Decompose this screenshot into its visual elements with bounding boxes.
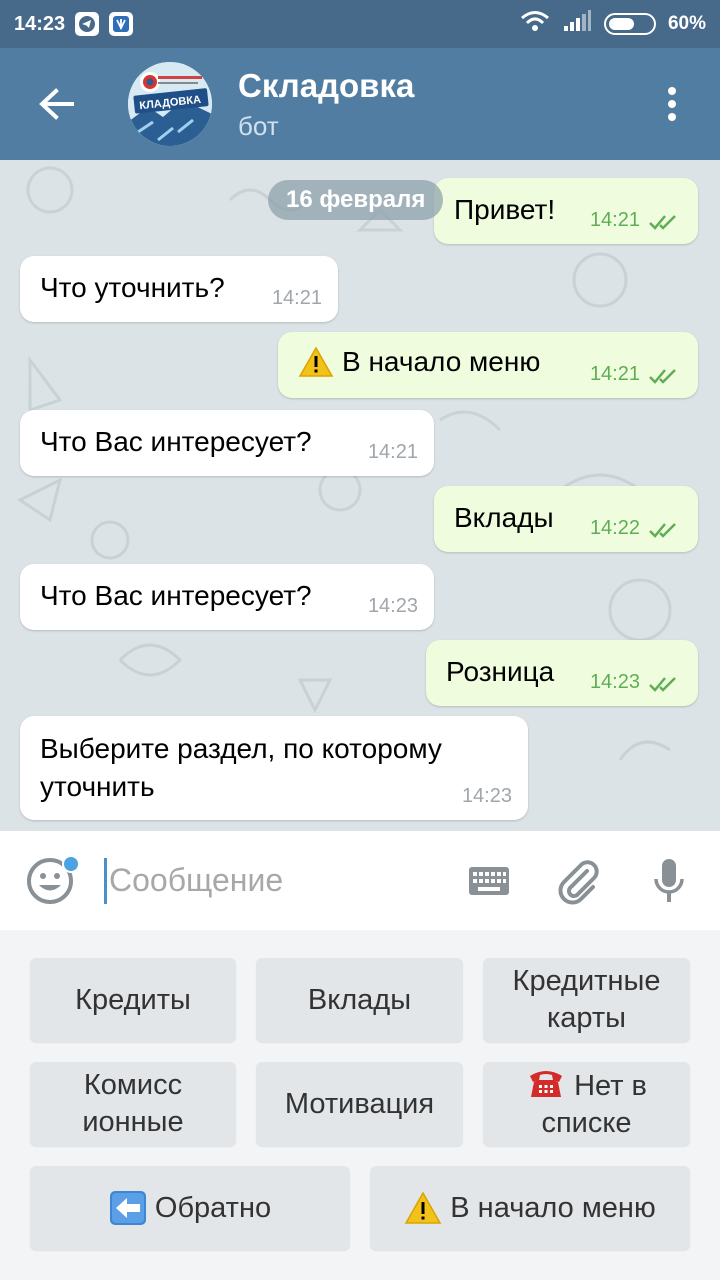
keyboard-button-commission[interactable]: Комисс ионные — [30, 1062, 236, 1146]
wifi-icon — [520, 10, 550, 38]
status-bar: 14:23 60% — [0, 0, 720, 48]
warning-icon — [298, 346, 334, 377]
message-input[interactable] — [107, 850, 437, 911]
date-separator: 16 февраля — [268, 180, 444, 220]
notification-dot — [62, 854, 80, 873]
message-text: Что Вас интересует? — [40, 426, 312, 457]
signal-icon — [562, 10, 592, 38]
message-time: 14:21 — [367, 441, 418, 463]
more-vertical-icon — [668, 87, 676, 121]
message-bubble-outgoing[interactable]: В начало меню 14:21 — [278, 332, 698, 398]
double-check-icon — [649, 369, 676, 384]
keyboard-button-label: Кредиты — [75, 983, 191, 1016]
double-check-icon — [649, 677, 676, 692]
message-text: Выберите раздел, по которому уточнить — [40, 733, 442, 802]
back-arrow-icon — [39, 88, 74, 120]
message-time: 14:23 — [461, 785, 512, 807]
chat-area[interactable]: Привет! 14:21 16 февраля Что уточнить? 1… — [0, 160, 720, 830]
more-menu-button[interactable] — [624, 48, 720, 160]
voice-record-button[interactable] — [624, 831, 714, 931]
battery-icon — [603, 13, 656, 35]
telephone-icon — [530, 1071, 563, 1097]
warning-icon — [404, 1191, 442, 1224]
telegram-notification-icon — [75, 12, 100, 36]
microphone-icon — [654, 858, 684, 902]
keyboard-button-not-listed[interactable]: Нет в списке — [483, 1062, 690, 1146]
keyboard-button-credit-cards[interactable]: Кредитные карты — [483, 958, 690, 1042]
bot-reply-keyboard: Кредиты Вклады Кредитные карты Комисс ио… — [0, 930, 720, 1280]
chat-header: КЛАДОВКА Складовка бот — [0, 48, 720, 160]
battery-percent: 60% — [667, 13, 706, 34]
message-text: Что уточнить? — [40, 272, 225, 303]
message-composer — [0, 830, 720, 930]
message-bubble-incoming[interactable]: Что Вас интересует? 14:21 — [20, 410, 434, 476]
keyboard-button-deposits[interactable]: Вклады — [256, 958, 463, 1042]
keyboard-button-label: Комисс ионные — [82, 1069, 184, 1138]
keyboard-button-label: В начало меню — [450, 1191, 656, 1224]
message-time: 14:23 — [589, 671, 640, 693]
message-bubble-incoming[interactable]: Что уточнить? 14:21 — [20, 256, 338, 322]
double-check-icon — [649, 523, 676, 538]
message-bubble-incoming[interactable]: Выберите раздел, по которому уточнить 14… — [20, 716, 528, 820]
avatar[interactable]: КЛАДОВКА — [128, 62, 212, 146]
attach-button[interactable] — [534, 831, 624, 931]
message-time: 14:21 — [589, 363, 640, 385]
message-time: 14:21 — [589, 209, 640, 231]
message-bubble-incoming[interactable]: Что Вас интересует? 14:23 — [20, 564, 434, 630]
paperclip-icon — [558, 859, 599, 904]
keyboard-button-label: Кредитные карты — [512, 965, 661, 1034]
message-time: 14:23 — [367, 595, 418, 617]
message-text: Вклады — [454, 502, 554, 533]
bot-keyboard-toggle[interactable] — [444, 831, 534, 931]
keyboard-button-back[interactable]: Обратно — [30, 1166, 350, 1250]
keyboard-button-label: Мотивация — [284, 1087, 435, 1120]
left-arrow-icon — [109, 1191, 146, 1225]
double-check-icon — [649, 215, 676, 230]
emoji-button[interactable] — [0, 831, 100, 931]
message-text: Розница — [446, 656, 555, 687]
back-button[interactable] — [0, 48, 112, 160]
message-bubble-outgoing[interactable]: Привет! 14:21 — [434, 178, 698, 244]
keyboard-button-motivation[interactable]: Мотивация — [256, 1062, 463, 1146]
keyboard-button-main-menu[interactable]: В начало меню — [370, 1166, 690, 1250]
chat-subtitle: бот — [238, 110, 279, 141]
message-time: 14:22 — [589, 517, 640, 539]
keyboard-icon — [469, 866, 509, 895]
message-text: Привет! — [454, 194, 556, 225]
status-time: 14:23 — [14, 12, 66, 35]
message-text: В начало меню — [342, 346, 541, 377]
message-bubble-outgoing[interactable]: Вклады 14:22 — [434, 486, 698, 552]
keyboard-button-label: Обратно — [154, 1191, 272, 1224]
keyboard-button-label: Вклады — [307, 983, 412, 1016]
chat-title[interactable]: Складовка — [238, 67, 414, 105]
keyboard-button-credits[interactable]: Кредиты — [30, 958, 236, 1042]
message-bubble-outgoing[interactable]: Розница 14:23 — [426, 640, 698, 706]
message-text: Что Вас интересует? — [40, 580, 312, 611]
app-notification-icon — [109, 12, 134, 36]
message-time: 14:21 — [271, 287, 322, 309]
